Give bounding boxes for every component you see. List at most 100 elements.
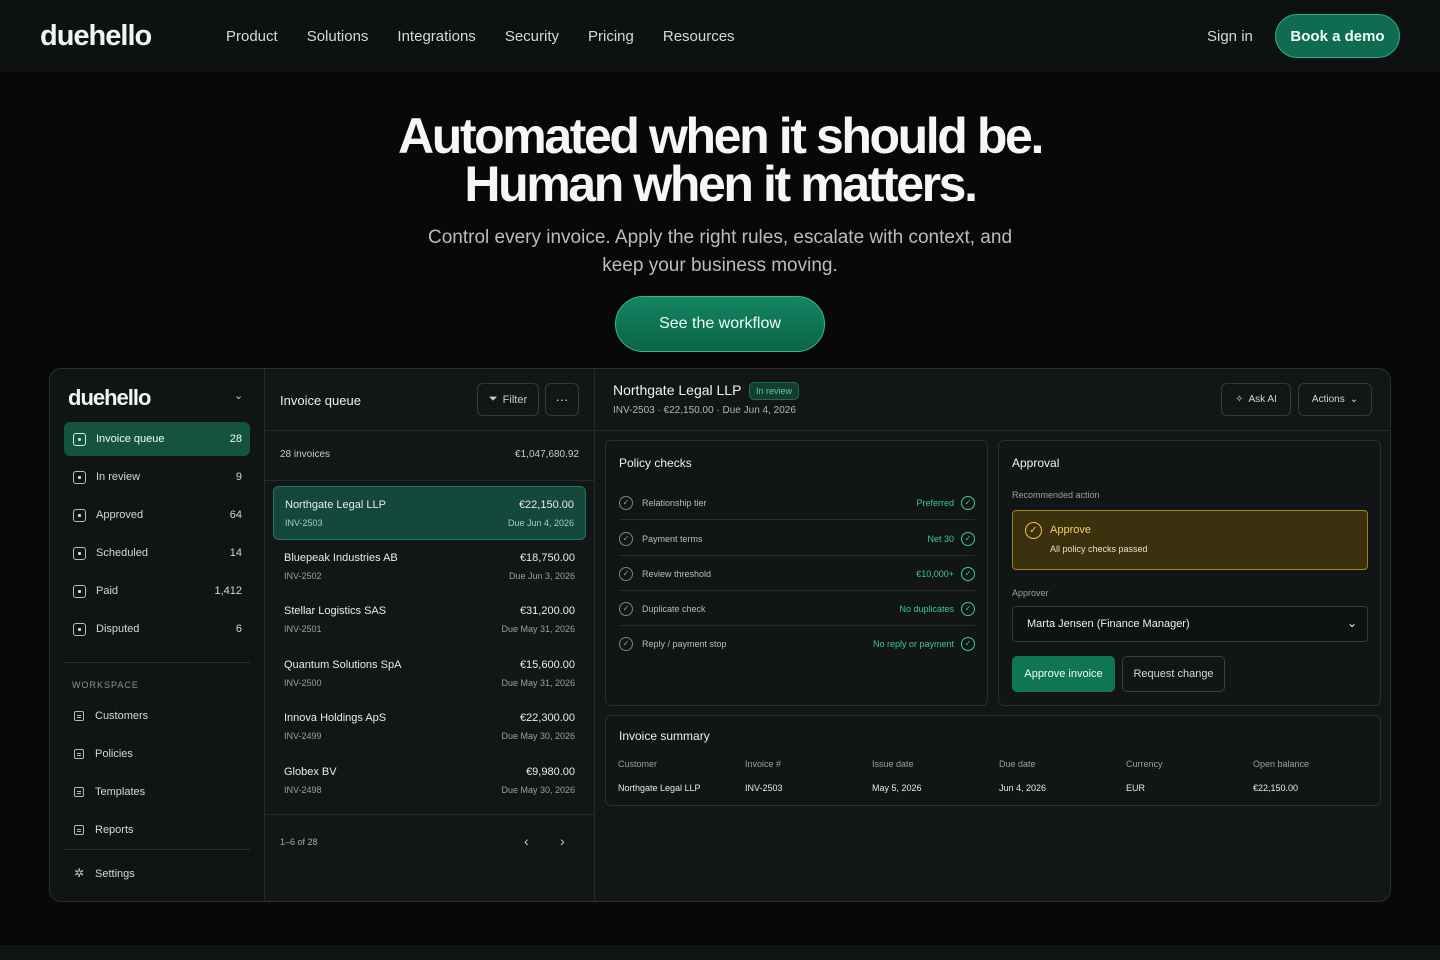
book-demo-button[interactable]: Book a demo xyxy=(1275,14,1400,58)
summary-value: INV-2503 xyxy=(745,783,783,793)
divider xyxy=(265,430,595,431)
recommended-title: Approve xyxy=(1050,524,1091,536)
document-icon xyxy=(74,711,84,721)
invoice-customer: Bluepeak Industries AB xyxy=(284,552,398,564)
sidebar-item-count: 1,412 xyxy=(214,585,242,597)
nav-link-integrations[interactable]: Integrations xyxy=(397,28,475,45)
gear-icon: ✲ xyxy=(74,866,85,880)
invoice-row[interactable]: Innova Holdings ApS INV-2499 €22,300.00 … xyxy=(273,700,586,754)
sign-in-link[interactable]: Sign in xyxy=(1207,28,1253,45)
check-label: Reply / payment stop xyxy=(642,639,727,649)
invoice-row[interactable]: Quantum Solutions SpA INV-2500 €15,600.0… xyxy=(273,647,586,701)
filter-button[interactable]: ⏷ Filter xyxy=(477,383,539,416)
invoice-customer: Globex BV xyxy=(284,766,337,778)
invoice-due: Due Jun 3, 2026 xyxy=(508,571,575,581)
check-circle-icon: ✓ xyxy=(619,496,633,510)
invoice-amount: €15,600.00 xyxy=(519,659,575,671)
sidebar-item-label: Templates xyxy=(95,786,146,798)
sidebar-item-customers[interactable]: Customers xyxy=(64,703,250,733)
check-label: Relationship tier xyxy=(642,498,707,508)
check-ok-icon: ✓ xyxy=(961,602,975,616)
invoice-row[interactable]: Bluepeak Industries AB INV-2502 €18,750.… xyxy=(273,540,586,594)
sidebar-item-invoice-queue[interactable]: Invoice queue 28 xyxy=(64,422,250,456)
check-label: Duplicate check xyxy=(642,604,706,614)
chevron-left-icon[interactable]: ‹ xyxy=(524,833,529,849)
summary-head: Customer xyxy=(618,759,658,769)
status-badge: In review xyxy=(749,382,800,400)
invoice-amount: €22,150.00 xyxy=(518,499,574,511)
check-circle-icon: ✓ xyxy=(619,532,633,546)
divider xyxy=(595,430,1390,431)
check-ok-icon: ✓ xyxy=(961,532,975,546)
actions-button[interactable]: Actions ⌄ xyxy=(1298,383,1372,416)
divider xyxy=(619,555,975,556)
invoice-row[interactable]: Globex BV INV-2498 €9,980.00 Due May 30,… xyxy=(273,754,586,808)
sidebar-item-label: Policies xyxy=(95,748,133,760)
recommended-subtitle: All policy checks passed xyxy=(1050,544,1148,554)
chevron-down-icon: ⌄ xyxy=(1349,394,1359,405)
invoice-customer: Innova Holdings ApS xyxy=(284,712,387,724)
policy-check-row: ✓ Review threshold €10,000+ ✓ xyxy=(619,563,975,598)
invoice-id: INV-2502 xyxy=(284,571,322,581)
approver-value: Marta Jensen (Finance Manager) xyxy=(1027,618,1190,630)
sidebar-item-scheduled[interactable]: Scheduled 14 xyxy=(64,536,250,570)
invoice-amount: €22,300.00 xyxy=(519,712,575,724)
invoice-row-selected[interactable]: Northgate Legal LLP INV-2503 €22,150.00 … xyxy=(273,486,586,540)
ask-ai-button[interactable]: ✧ Ask AI xyxy=(1221,383,1291,416)
invoice-due: Due May 30, 2026 xyxy=(501,731,575,741)
invoice-count: 28 invoices xyxy=(280,449,331,460)
see-workflow-button[interactable]: See the workflow xyxy=(615,296,825,352)
sidebar-item-label: Customers xyxy=(95,710,149,722)
card-title: Invoice summary xyxy=(619,729,710,743)
footer-strip xyxy=(0,945,1440,960)
summary-head: Currency xyxy=(1126,759,1163,769)
sidebar-item-approved[interactable]: Approved 64 xyxy=(64,498,250,532)
approve-invoice-button[interactable]: Approve invoice xyxy=(1012,656,1115,692)
sidebar-item-policies[interactable]: Policies xyxy=(64,741,250,771)
invoice-customer: Northgate Legal LLP xyxy=(285,499,386,511)
check-circle-icon: ✓ xyxy=(619,567,633,581)
policy-check-row: ✓ Duplicate check No duplicates ✓ xyxy=(619,598,975,633)
invoice-id: INV-2503 xyxy=(285,518,323,528)
queue-title: Invoice queue xyxy=(280,393,361,408)
sidebar-item-label: Invoice queue xyxy=(96,433,165,445)
nav-link-product[interactable]: Product xyxy=(226,28,278,45)
invoice-due: Due May 30, 2026 xyxy=(501,785,575,795)
ask-ai-label: Ask AI xyxy=(1248,394,1277,405)
summary-head: Due date xyxy=(999,759,1036,769)
nav-link-security[interactable]: Security xyxy=(505,28,559,45)
actions-label: Actions xyxy=(1311,394,1345,405)
recommended-action: ✓ Approve All policy checks passed xyxy=(1012,510,1368,570)
filter-icon: ⏷ xyxy=(488,393,498,405)
brand-logo[interactable]: duehello xyxy=(40,20,152,53)
sidebar-item-templates[interactable]: Templates xyxy=(64,779,250,809)
check-circle-icon: ✓ xyxy=(619,637,633,651)
sidebar-item-disputed[interactable]: Disputed 6 xyxy=(64,612,250,646)
summary-head: Open balance xyxy=(1253,759,1310,769)
invoice-amount: €31,200.00 xyxy=(519,605,575,617)
sidebar-item-paid[interactable]: Paid 1,412 xyxy=(64,574,250,608)
nav-link-resources[interactable]: Resources xyxy=(663,28,735,45)
chevron-down-icon: ⌄ xyxy=(1346,616,1357,630)
sidebar-item-label: Scheduled xyxy=(96,547,148,559)
nav-link-pricing[interactable]: Pricing xyxy=(588,28,634,45)
hero-title-line-1: Automated when it should be. xyxy=(398,108,1044,164)
approver-select[interactable]: Marta Jensen (Finance Manager) ⌄ xyxy=(1012,606,1368,642)
policy-checks-card: Policy checks ✓ Relationship tier Prefer… xyxy=(605,440,988,706)
sidebar-item-settings[interactable]: ✲ Settings xyxy=(64,861,250,891)
sidebar-item-reports[interactable]: Reports xyxy=(64,817,250,847)
sidebar-item-in-review[interactable]: In review 9 xyxy=(64,460,250,494)
approver-label: Approver xyxy=(1012,588,1049,598)
request-change-button[interactable]: Request change xyxy=(1122,656,1225,692)
invoice-due: Due May 31, 2026 xyxy=(501,678,575,688)
sidebar-item-label: Paid xyxy=(96,585,119,597)
chevron-right-icon[interactable]: › xyxy=(560,833,565,849)
nav-link-solutions[interactable]: Solutions xyxy=(307,28,369,45)
policy-check-row: ✓ Payment terms Net 30 ✓ xyxy=(619,528,975,563)
more-options-button[interactable]: ··· xyxy=(545,383,579,416)
invoice-row[interactable]: Stellar Logistics SAS INV-2501 €31,200.0… xyxy=(273,593,586,647)
sidebar-item-label: In review xyxy=(96,471,141,483)
chevron-down-icon[interactable]: ⌄ xyxy=(234,389,243,402)
sidebar-item-count: 9 xyxy=(235,471,242,483)
queue-icon xyxy=(73,433,86,446)
